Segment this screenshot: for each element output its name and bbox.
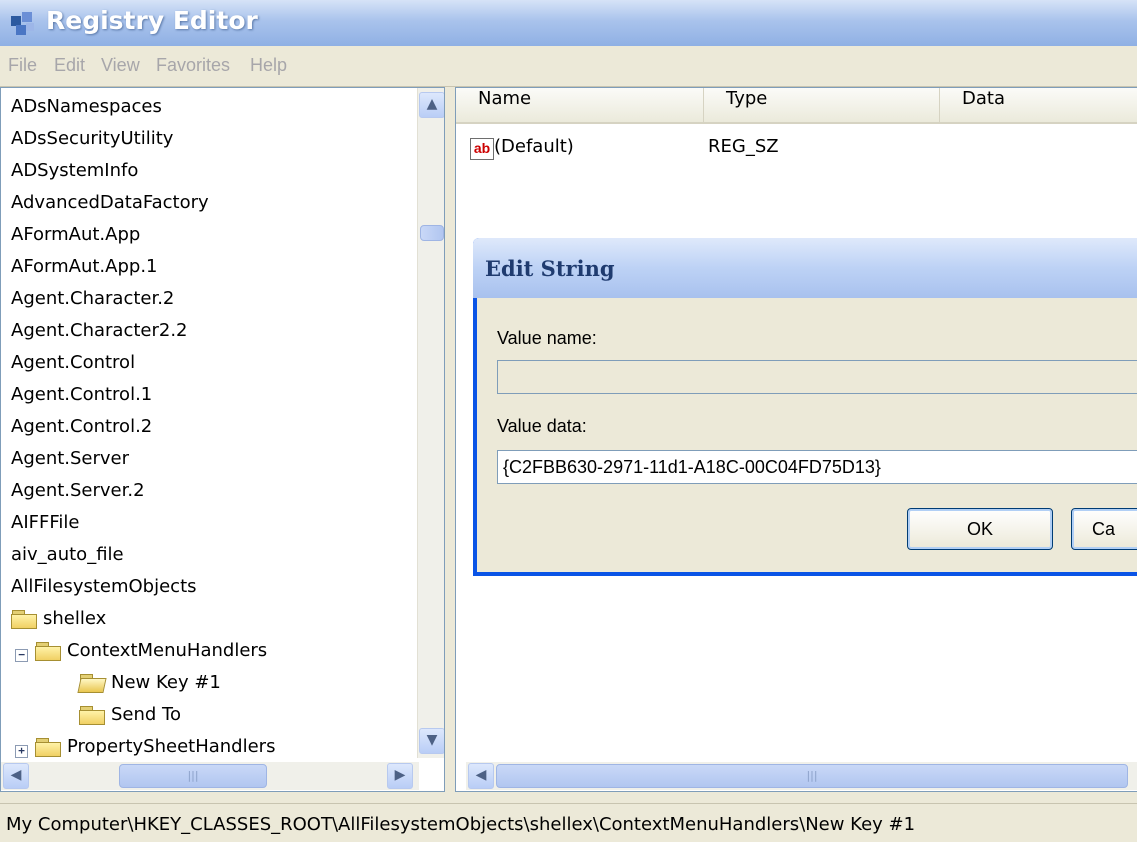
column-header-name[interactable]: Name	[456, 88, 704, 124]
list-horizontal-scrollbar[interactable]: ◀ |||	[466, 762, 1137, 790]
ok-button[interactable]: OK	[907, 508, 1053, 550]
tree-item-shellex[interactable]: shellex	[11, 608, 106, 638]
tree-item[interactable]: Agent.Server	[11, 448, 129, 478]
tree-vertical-scrollbar[interactable]: ▲ ▼	[417, 88, 444, 758]
menu-help[interactable]: Help	[250, 55, 287, 76]
value-name-field[interactable]	[497, 360, 1137, 394]
tree-item-send-to[interactable]: Send To	[79, 704, 181, 734]
tree-item[interactable]: ADsNamespaces	[11, 96, 162, 126]
folder-icon	[79, 706, 105, 725]
status-bar: My Computer\HKEY_CLASSES_ROOT\AllFilesys…	[0, 803, 1137, 842]
string-value-icon: ab	[470, 138, 494, 160]
tree-item[interactable]: AllFilesystemObjects	[11, 576, 197, 606]
folder-open-icon	[79, 674, 105, 692]
registry-editor-icon	[11, 12, 34, 35]
value-data-field[interactable]: {C2FBB630-2971-11d1-A18C-00C04FD75D13}	[497, 450, 1137, 484]
edit-string-dialog: Edit String Value name: Value data: {C2F…	[473, 238, 1137, 576]
title-bar: Registry Editor	[0, 0, 1137, 46]
scroll-right-icon[interactable]: ▶	[387, 763, 413, 789]
key-tree[interactable]: ADsNamespaces ADsSecurityUtility ADSyste…	[0, 87, 445, 792]
value-data-label: Value data:	[497, 416, 587, 436]
scroll-thumb[interactable]: |||	[496, 764, 1128, 788]
tree-item-new-key[interactable]: New Key #1	[79, 672, 221, 702]
menu-bar: File Edit View Favorites Help	[0, 46, 1137, 87]
tree-item[interactable]: Agent.Control.1	[11, 384, 152, 414]
dialog-body: Value name: Value data: {C2FBB630-2971-1…	[477, 298, 1137, 572]
value-type: REG_SZ	[708, 136, 779, 157]
column-header-data[interactable]: Data	[940, 88, 1137, 124]
tree-item[interactable]: Agent.Control.2	[11, 416, 152, 446]
collapse-icon[interactable]: −	[15, 649, 28, 662]
folder-icon	[11, 610, 37, 629]
tree-item[interactable]: AdvancedDataFactory	[11, 192, 209, 222]
window-title: Registry Editor	[46, 6, 258, 35]
tree-item-label: shellex	[43, 608, 107, 629]
tree-item-label: Send To	[111, 704, 182, 725]
tree-item[interactable]: AFormAut.App	[11, 224, 140, 254]
tree-item[interactable]: Agent.Server.2	[11, 480, 145, 510]
menu-view[interactable]: View	[101, 55, 140, 76]
tree-item[interactable]: ADSystemInfo	[11, 160, 138, 190]
menu-favorites[interactable]: Favorites	[156, 55, 230, 76]
scroll-thumb[interactable]: |||	[119, 764, 267, 788]
cancel-button[interactable]: Ca	[1071, 508, 1137, 550]
value-name: (Default)	[494, 136, 574, 157]
tree-item-context-menu-handlers[interactable]: ContextMenuHandlers	[35, 640, 267, 670]
expand-icon[interactable]: +	[15, 745, 28, 758]
tree-item[interactable]: ADsSecurityUtility	[11, 128, 173, 158]
tree-horizontal-scrollbar[interactable]: ◀ ||| ▶	[1, 762, 419, 790]
scroll-left-icon[interactable]: ◀	[3, 763, 29, 789]
tree-item-label: ContextMenuHandlers	[67, 640, 268, 661]
tree-item[interactable]: Agent.Character2.2	[11, 320, 188, 350]
tree-item[interactable]: aiv_auto_file	[11, 544, 124, 574]
tree-item[interactable]: Agent.Control	[11, 352, 135, 382]
scroll-down-icon[interactable]: ▼	[419, 728, 444, 754]
value-name-label: Value name:	[497, 328, 597, 348]
folder-icon	[35, 642, 61, 661]
menu-edit[interactable]: Edit	[54, 55, 85, 76]
list-item[interactable]: ab (Default) REG_SZ	[466, 136, 1126, 164]
tree-item-label: New Key #1	[111, 672, 221, 693]
folder-icon	[35, 738, 61, 757]
menu-file[interactable]: File	[8, 55, 37, 76]
dialog-title-bar[interactable]: Edit String	[473, 238, 1137, 298]
scroll-thumb[interactable]	[420, 225, 444, 241]
scroll-left-icon[interactable]: ◀	[468, 763, 494, 789]
tree-item[interactable]: AFormAut.App.1	[11, 256, 158, 286]
tree-item-label: PropertySheetHandlers	[67, 736, 276, 757]
status-path: My Computer\HKEY_CLASSES_ROOT\AllFilesys…	[6, 814, 916, 835]
tree-item[interactable]: AIFFFile	[11, 512, 79, 542]
column-header-type[interactable]: Type	[704, 88, 940, 124]
scroll-up-icon[interactable]: ▲	[419, 92, 444, 118]
tree-item[interactable]: Agent.Character.2	[11, 288, 174, 318]
dialog-title: Edit String	[485, 256, 615, 281]
